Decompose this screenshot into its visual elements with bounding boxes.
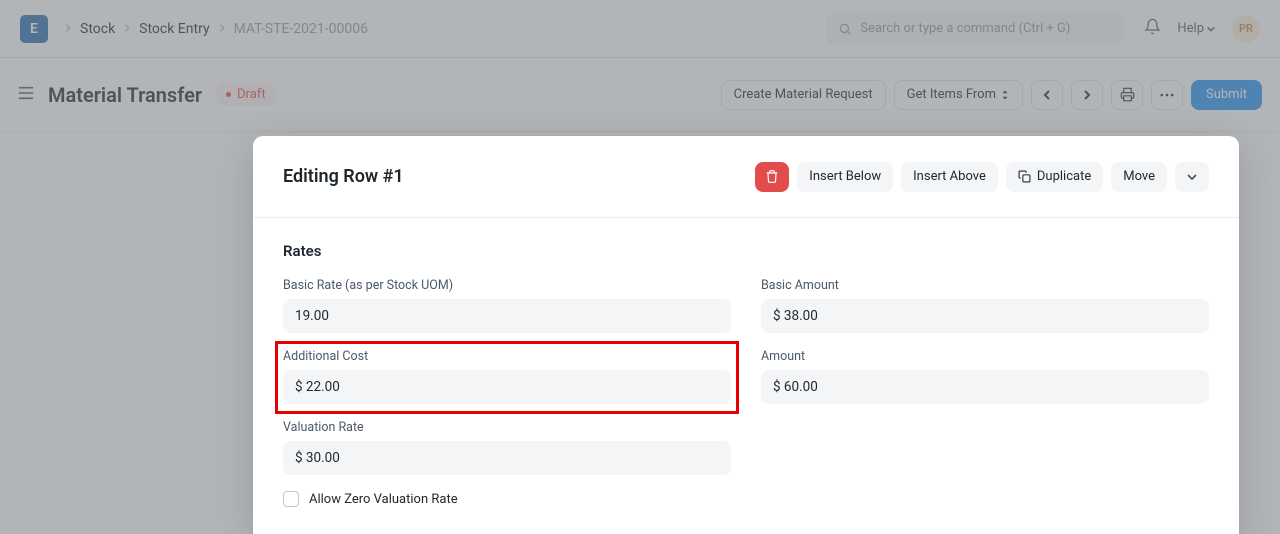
rates-form: Basic Rate (as per Stock UOM) 19.00 Basi… <box>283 278 1209 507</box>
dialog-title: Editing Row #1 <box>283 166 404 187</box>
insert-below-button[interactable]: Insert Below <box>797 162 893 192</box>
dialog-actions: Insert Below Insert Above Duplicate Move <box>755 162 1209 192</box>
section-rates-title: Rates <box>283 242 1209 260</box>
delete-button[interactable] <box>755 162 789 192</box>
copy-icon <box>1018 170 1031 183</box>
edit-row-dialog: Editing Row #1 Insert Below Insert Above… <box>253 136 1239 534</box>
valuation-rate-field: Valuation Rate $ 30.00 <box>283 420 731 475</box>
basic-rate-field: Basic Rate (as per Stock UOM) 19.00 <box>283 278 731 333</box>
move-button[interactable]: Move <box>1111 162 1167 192</box>
additional-cost-field: Additional Cost $ 22.00 <box>277 343 737 412</box>
basic-rate-label: Basic Rate (as per Stock UOM) <box>283 278 731 293</box>
additional-cost-input[interactable]: $ 22.00 <box>283 370 731 404</box>
amount-label: Amount <box>761 349 1209 364</box>
allow-zero-valuation-row[interactable]: Allow Zero Valuation Rate <box>283 491 731 507</box>
amount-field: Amount $ 60.00 <box>761 349 1209 404</box>
amount-input[interactable]: $ 60.00 <box>761 370 1209 404</box>
allow-zero-label: Allow Zero Valuation Rate <box>309 492 458 507</box>
basic-amount-field: Basic Amount $ 38.00 <box>761 278 1209 333</box>
duplicate-button[interactable]: Duplicate <box>1006 162 1103 192</box>
additional-cost-label: Additional Cost <box>283 349 731 364</box>
chevron-down-icon <box>1186 173 1198 181</box>
basic-rate-input[interactable]: 19.00 <box>283 299 731 333</box>
insert-above-button[interactable]: Insert Above <box>901 162 998 192</box>
trash-icon <box>765 169 779 184</box>
dialog-header: Editing Row #1 Insert Below Insert Above… <box>253 136 1239 218</box>
collapse-button[interactable] <box>1175 162 1209 192</box>
allow-zero-checkbox[interactable] <box>283 491 299 507</box>
basic-amount-label: Basic Amount <box>761 278 1209 293</box>
basic-amount-input[interactable]: $ 38.00 <box>761 299 1209 333</box>
valuation-rate-label: Valuation Rate <box>283 420 731 435</box>
valuation-rate-input[interactable]: $ 30.00 <box>283 441 731 475</box>
dialog-body: Rates Basic Rate (as per Stock UOM) 19.0… <box>253 218 1239 531</box>
